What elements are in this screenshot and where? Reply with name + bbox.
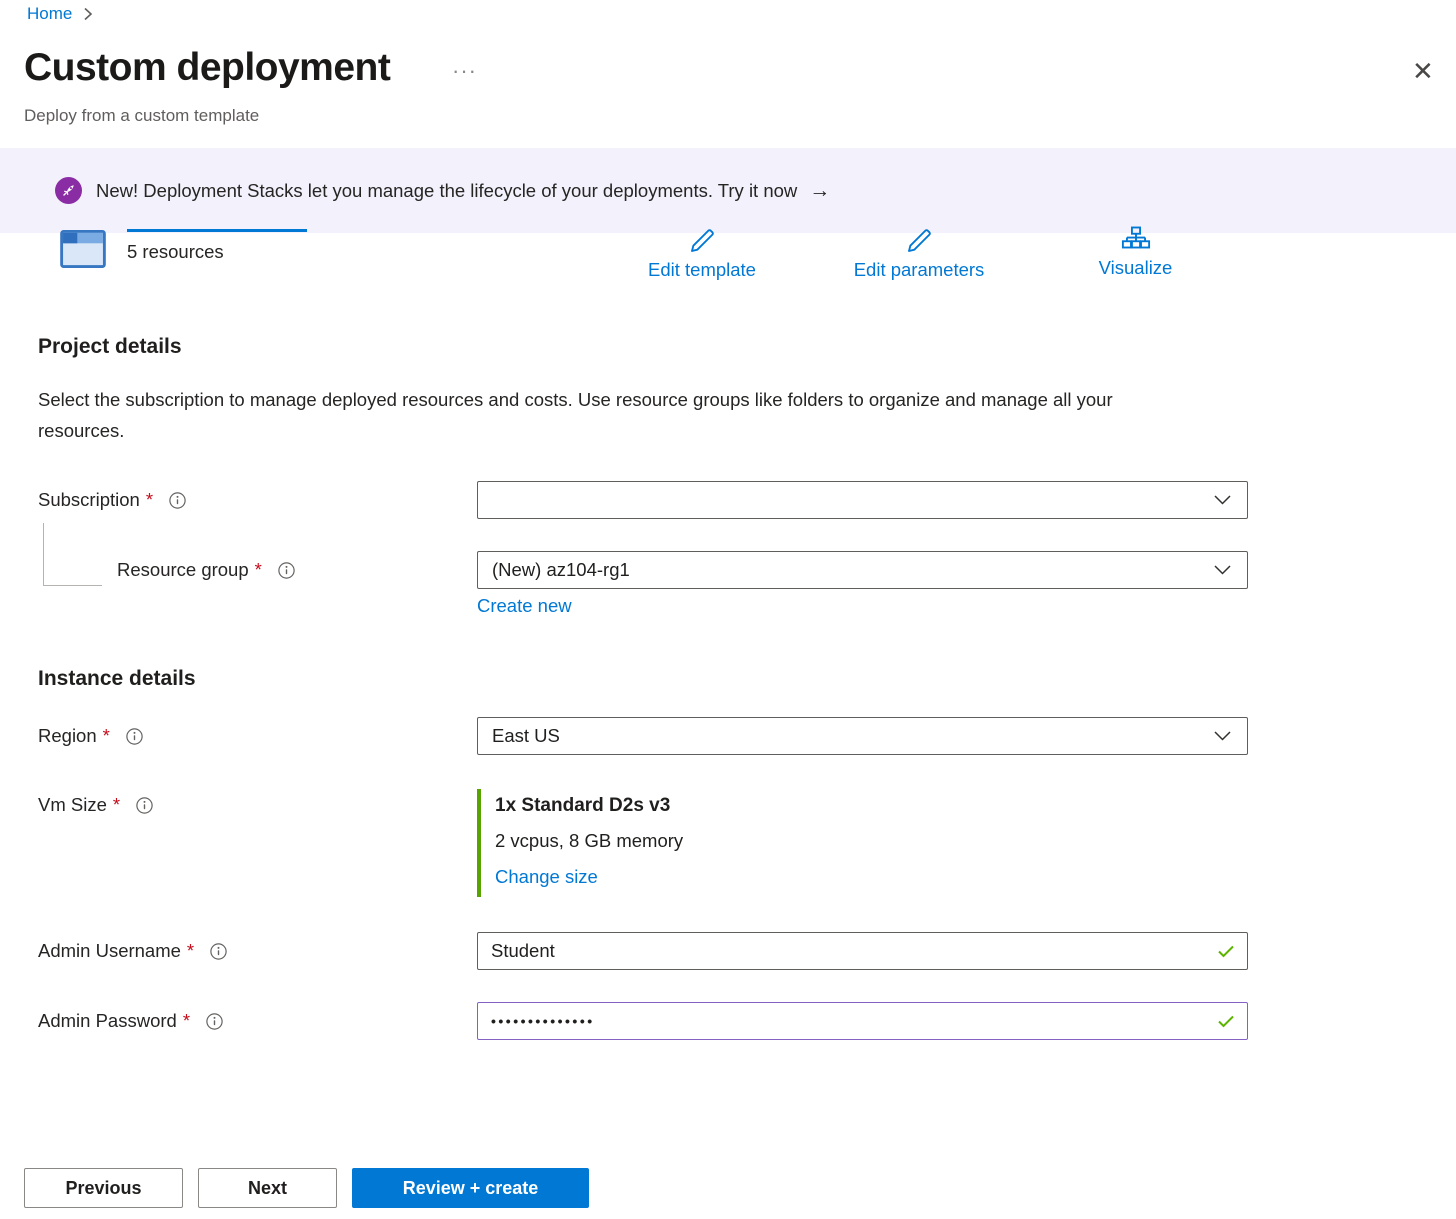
- admin-username-input[interactable]: [477, 932, 1248, 970]
- region-label: Region *: [38, 725, 143, 747]
- required-asterisk: *: [146, 489, 153, 511]
- admin-username-info-icon[interactable]: [210, 943, 227, 960]
- required-asterisk: *: [103, 725, 110, 747]
- required-asterisk: *: [187, 940, 194, 962]
- admin-username-label: Admin Username *: [38, 940, 227, 962]
- vm-size-info-icon[interactable]: [136, 797, 153, 814]
- vm-size-box: 1x Standard D2s v3 2 vcpus, 8 GB memory …: [477, 789, 683, 897]
- edit-template-label: Edit template: [648, 259, 756, 281]
- resources-count: 5 resources: [127, 241, 224, 263]
- pencil-icon: [903, 225, 935, 257]
- admin-password-field: [477, 1002, 1248, 1040]
- project-details-description: Select the subscription to manage deploy…: [38, 384, 1188, 446]
- previous-button[interactable]: Previous: [24, 1168, 183, 1208]
- subscription-dropdown[interactable]: [477, 481, 1248, 519]
- arrow-right-icon: →: [809, 179, 830, 203]
- breadcrumb-home-link[interactable]: Home: [27, 4, 72, 24]
- resource-group-info-icon[interactable]: [278, 562, 295, 579]
- required-asterisk: *: [255, 559, 262, 581]
- vm-size-specs: 2 vcpus, 8 GB memory: [495, 823, 683, 859]
- edit-parameters-label: Edit parameters: [854, 259, 985, 281]
- pencil-icon: [686, 225, 718, 257]
- subscription-label: Subscription *: [38, 489, 186, 511]
- instance-details-heading: Instance details: [38, 667, 196, 691]
- tree-connector: [43, 523, 102, 586]
- page-title: Custom deployment: [24, 46, 390, 90]
- selected-tab-indicator: [127, 229, 307, 232]
- checkmark-icon: [1218, 945, 1234, 958]
- vm-size-label: Vm Size *: [38, 794, 153, 816]
- admin-password-input[interactable]: [477, 1002, 1248, 1040]
- admin-username-label-text: Admin Username: [38, 940, 181, 962]
- template-icon: [60, 230, 106, 268]
- visualize-label: Visualize: [1099, 257, 1173, 279]
- review-create-button[interactable]: Review + create: [352, 1168, 589, 1208]
- admin-username-field: [477, 932, 1248, 970]
- region-value: East US: [492, 725, 560, 747]
- breadcrumb: Home: [27, 4, 93, 24]
- change-size-link[interactable]: Change size: [495, 859, 598, 895]
- edit-template-button[interactable]: Edit template: [632, 225, 772, 281]
- banner-text: New! Deployment Stacks let you manage th…: [96, 180, 797, 202]
- admin-password-label-text: Admin Password: [38, 1010, 177, 1032]
- admin-password-label: Admin Password *: [38, 1010, 223, 1032]
- announcement-banner[interactable]: New! Deployment Stacks let you manage th…: [0, 148, 1456, 233]
- subscription-label-text: Subscription: [38, 489, 140, 511]
- subscription-info-icon[interactable]: [169, 492, 186, 509]
- admin-password-info-icon[interactable]: [206, 1013, 223, 1030]
- rocket-icon: [55, 177, 82, 204]
- required-asterisk: *: [183, 1010, 190, 1032]
- required-asterisk: *: [113, 794, 120, 816]
- resource-group-label: Resource group *: [117, 559, 295, 581]
- edit-parameters-button[interactable]: Edit parameters: [834, 225, 1004, 281]
- vm-size-selection: 1x Standard D2s v3: [495, 789, 683, 823]
- chevron-down-icon: [1214, 731, 1231, 741]
- page-subtitle: Deploy from a custom template: [24, 106, 259, 126]
- sitemap-icon: [1121, 225, 1151, 255]
- more-options-icon[interactable]: ···: [452, 58, 477, 84]
- chevron-down-icon: [1214, 565, 1231, 575]
- create-new-link[interactable]: Create new: [477, 595, 572, 617]
- region-label-text: Region: [38, 725, 97, 747]
- next-button[interactable]: Next: [198, 1168, 337, 1208]
- resource-group-label-text: Resource group: [117, 559, 249, 581]
- region-info-icon[interactable]: [126, 728, 143, 745]
- project-details-heading: Project details: [38, 335, 182, 359]
- vm-size-label-text: Vm Size: [38, 794, 107, 816]
- region-dropdown[interactable]: East US: [477, 717, 1248, 755]
- resource-group-dropdown[interactable]: (New) az104-rg1: [477, 551, 1248, 589]
- chevron-down-icon: [1214, 495, 1231, 505]
- custom-deployment-page: Home Custom deployment ··· ✕ Deploy from…: [0, 0, 1456, 1219]
- close-icon[interactable]: ✕: [1412, 58, 1434, 84]
- visualize-button[interactable]: Visualize: [1088, 225, 1183, 279]
- checkmark-icon: [1218, 1015, 1234, 1028]
- resource-group-value: (New) az104-rg1: [492, 559, 630, 581]
- breadcrumb-chevron-icon: [83, 7, 93, 21]
